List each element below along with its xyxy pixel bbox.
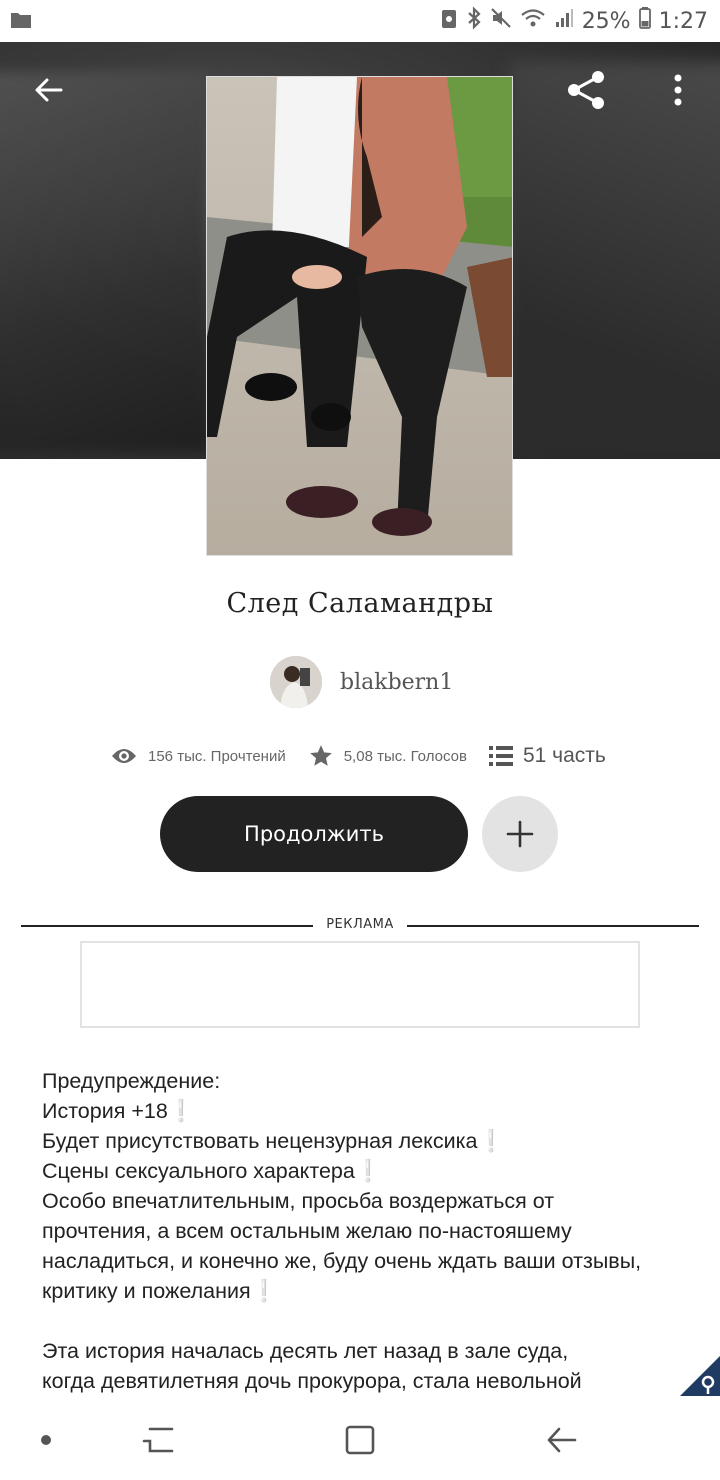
description-line: История +18❕ <box>42 1099 195 1123</box>
battery-icon <box>638 7 651 35</box>
description-line: Эта история началась десять лет назад в … <box>42 1339 569 1363</box>
story-cover-image[interactable] <box>206 76 513 556</box>
story-description: Предупреждение: История +18❕ Будет прису… <box>42 1066 682 1396</box>
more-vert-icon <box>674 74 682 106</box>
description-line: Предупреждение: <box>42 1069 221 1093</box>
votes-stat: 5,08 тыс. Голосов <box>308 743 467 769</box>
recent-apps-icon <box>142 1427 174 1453</box>
share-icon <box>568 71 604 109</box>
parts-count[interactable]: 51 часть <box>523 744 606 768</box>
author-name[interactable]: blakbern1 <box>340 670 453 695</box>
author-avatar[interactable] <box>270 656 322 708</box>
home-button[interactable] <box>340 1420 380 1460</box>
recent-apps-button[interactable] <box>138 1420 178 1460</box>
back-arrow-icon <box>547 1427 577 1453</box>
description-line: Будет присутствовать нецензурная лексика… <box>42 1129 505 1153</box>
folder-icon <box>10 10 32 34</box>
list-icon <box>488 746 513 766</box>
info-badge[interactable] <box>680 1356 720 1396</box>
exclamation-icon: ❕ <box>167 1099 195 1123</box>
votes-count: 5,08 тыс. Голосов <box>343 747 467 765</box>
exclamation-icon: ❕ <box>354 1159 382 1183</box>
description-line: когда девятилетняя дочь прокурора, стала… <box>42 1369 582 1393</box>
plus-icon <box>506 820 534 848</box>
battery-percent: 25% <box>581 8 631 34</box>
description-line: прочтения, а всем остальным желаю по-нас… <box>42 1219 572 1243</box>
bluetooth-icon <box>466 6 482 36</box>
ad-banner[interactable] <box>80 941 640 1028</box>
clock: 1:27 <box>658 8 708 34</box>
description-line: насладиться, и конечно же, буду очень жд… <box>42 1249 642 1273</box>
key-icon <box>680 1356 720 1396</box>
description-line: Особо впечатлительным, просьба воздержат… <box>42 1189 555 1213</box>
nfc-icon <box>440 7 458 35</box>
description-line: критику и пожелания❕ <box>42 1279 278 1303</box>
status-icons: 25% 1:27 <box>440 6 708 36</box>
home-icon <box>345 1425 375 1455</box>
wifi-icon <box>520 7 546 35</box>
status-bar: 25% 1:27 <box>0 0 720 42</box>
system-nav-bar <box>0 1400 720 1480</box>
exclamation-icon: ❕ <box>477 1129 505 1153</box>
story-title: След Саламандры <box>226 588 494 619</box>
description-line: Сцены сексуального характера❕ <box>42 1159 382 1183</box>
ad-label: РЕКЛАМА <box>326 917 394 932</box>
nav-dot-button[interactable] <box>26 1420 66 1460</box>
mute-icon <box>490 7 512 35</box>
signal-icon <box>554 7 574 35</box>
author-link[interactable]: blakbern1 <box>270 656 453 708</box>
system-back-button[interactable] <box>542 1420 582 1460</box>
more-options-button[interactable] <box>650 62 706 118</box>
reads-stat: 156 тыс. Прочтений <box>110 746 286 766</box>
reads-count: 156 тыс. Прочтений <box>148 747 286 765</box>
ad-divider-right <box>407 925 699 927</box>
dot-icon <box>41 1435 51 1445</box>
story-stats: 156 тыс. Прочтений 5,08 тыс. Голосов 51 … <box>110 738 618 774</box>
continue-reading-button[interactable]: Продолжить <box>160 796 468 872</box>
back-button[interactable] <box>21 62 77 118</box>
share-button[interactable] <box>558 62 614 118</box>
eye-icon <box>112 749 136 763</box>
add-to-library-button[interactable] <box>482 796 558 872</box>
ad-divider-left <box>21 925 313 927</box>
parts-stat[interactable]: 51 часть <box>488 744 606 768</box>
star-icon <box>309 745 332 766</box>
arrow-left-icon <box>35 78 63 102</box>
exclamation-icon: ❕ <box>250 1279 278 1303</box>
